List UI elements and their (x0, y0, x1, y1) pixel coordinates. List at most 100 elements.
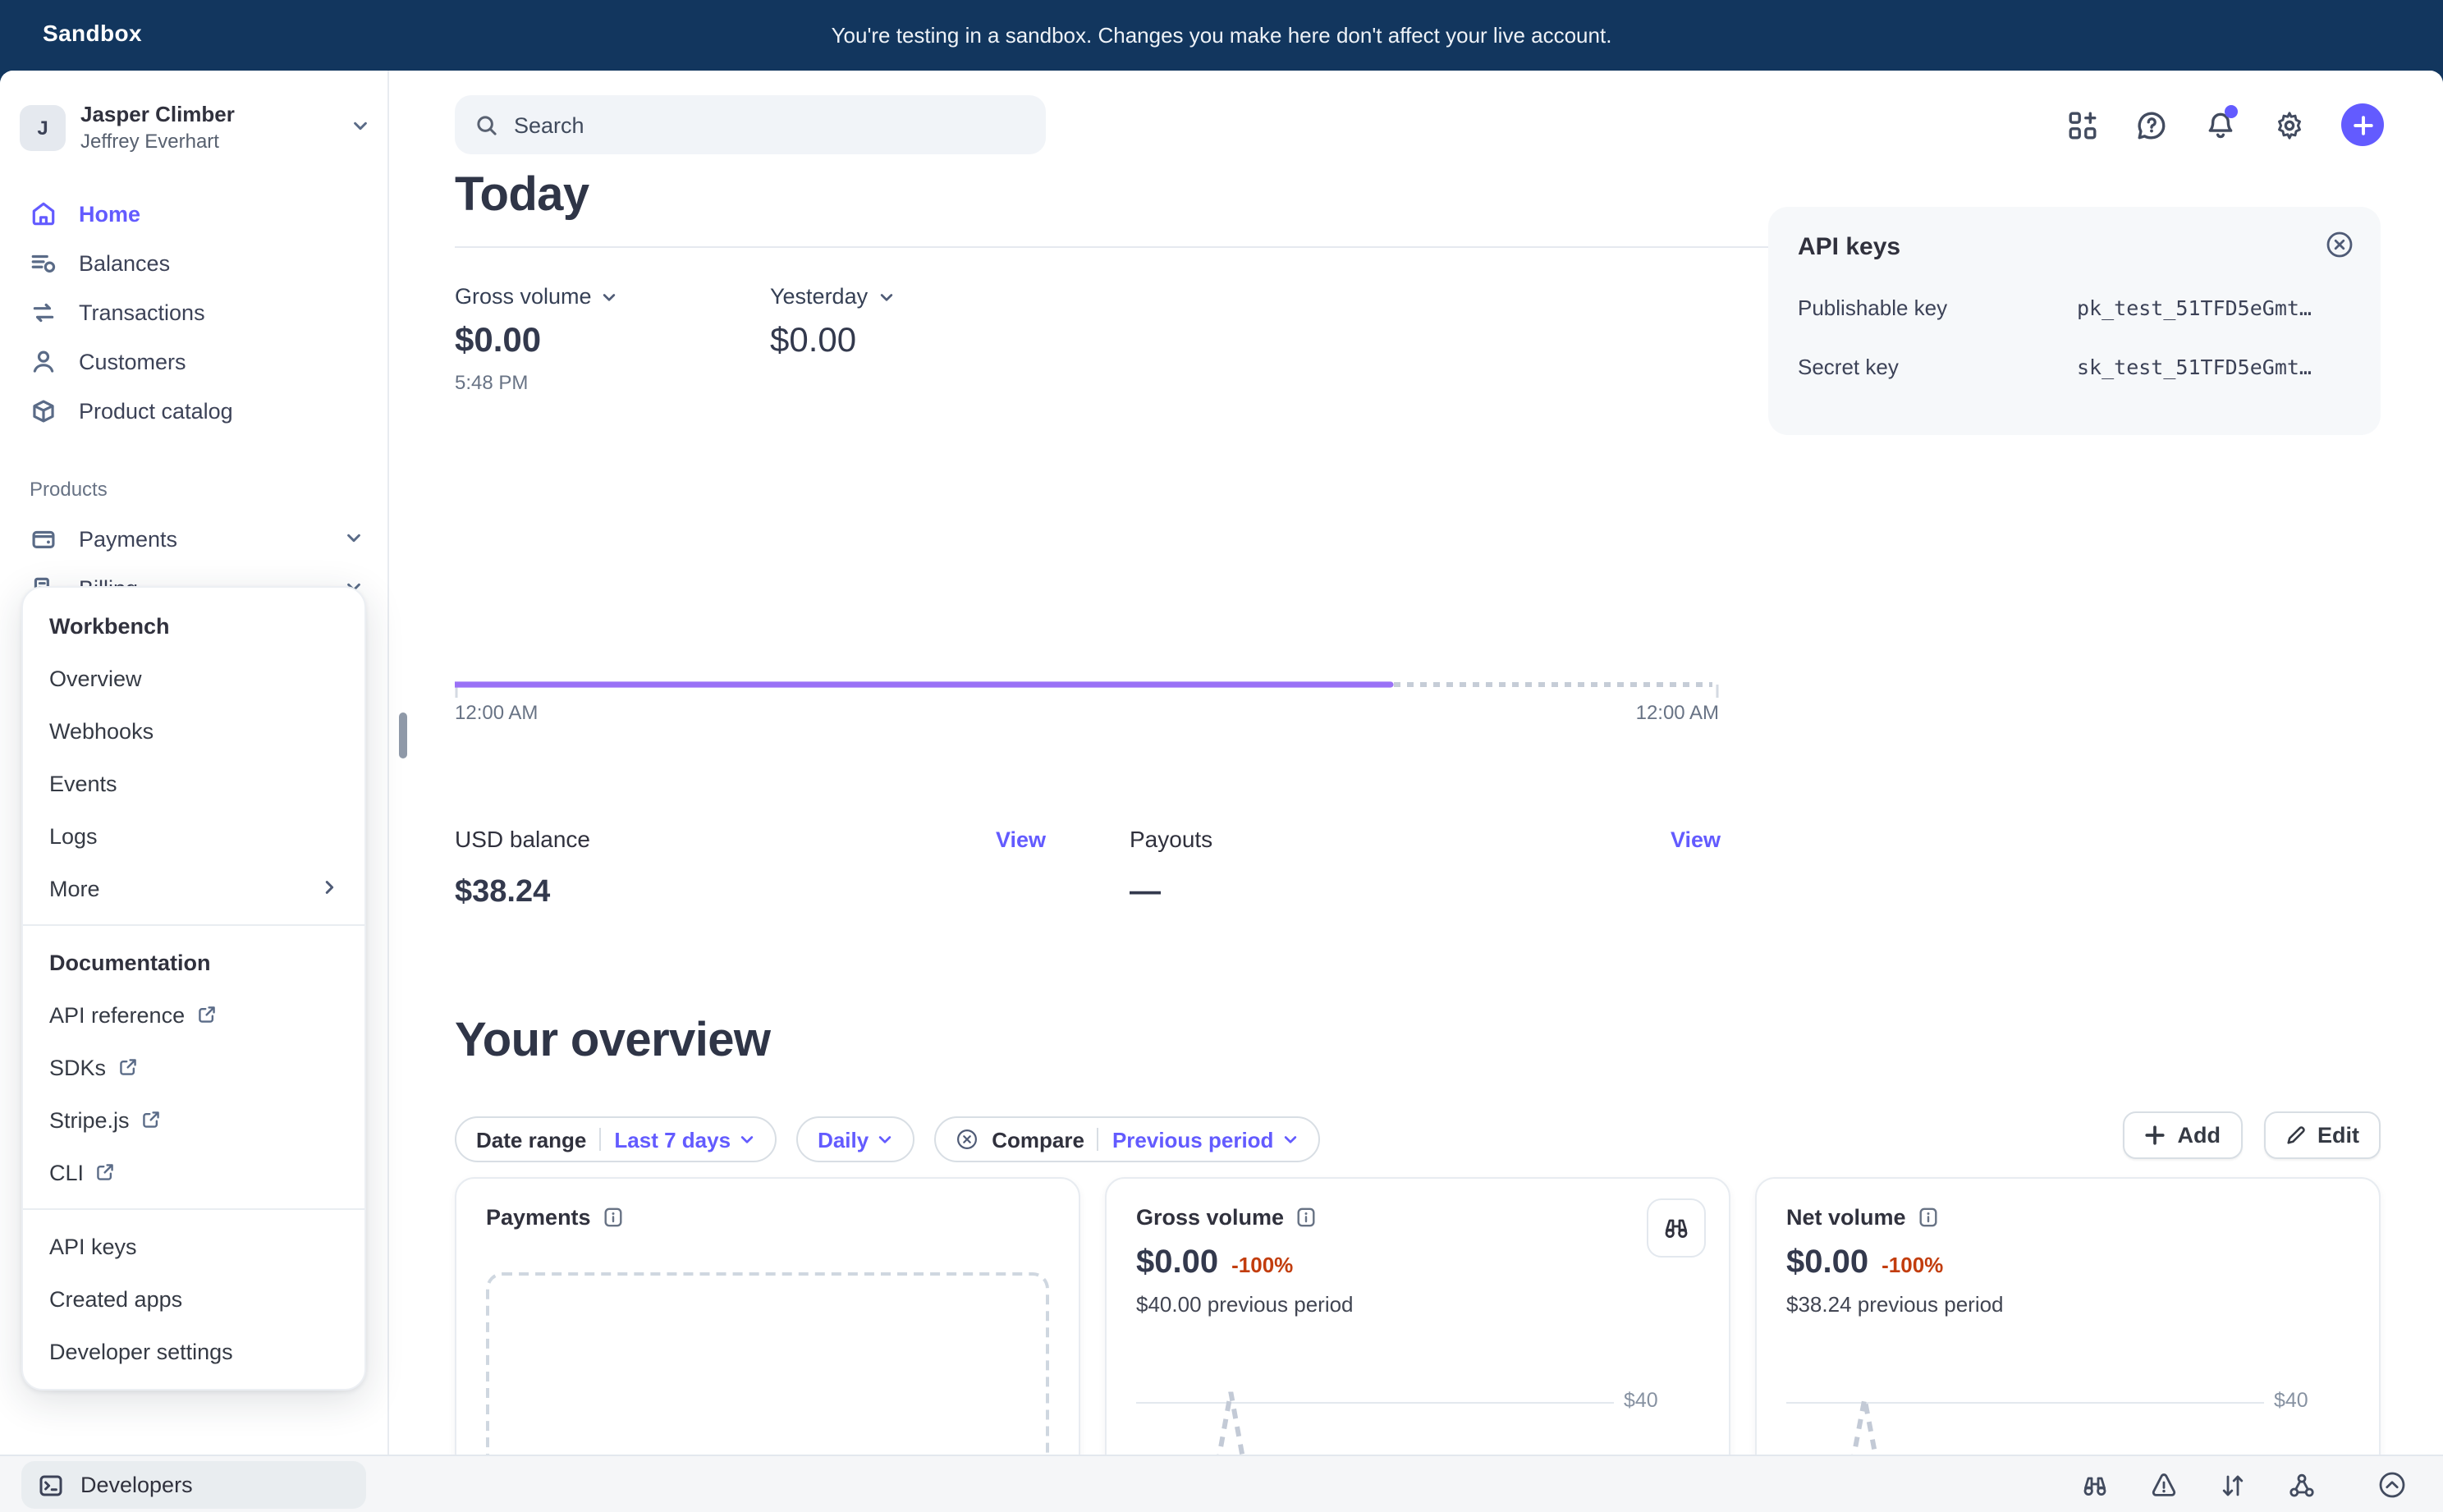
popup-item-overview[interactable]: Overview (23, 652, 364, 704)
chevron-down-icon (877, 1131, 893, 1148)
remove-compare-icon[interactable] (956, 1128, 979, 1151)
popup-drag-handle[interactable] (399, 712, 407, 758)
usd-balance-view-link[interactable]: View (996, 827, 1046, 851)
divider (599, 1128, 601, 1151)
transactions-icon (30, 298, 57, 326)
yesterday-selector[interactable]: Yesterday (770, 284, 894, 309)
sandbox-banner: Sandbox You're testing in a sandbox. Cha… (0, 0, 2443, 71)
help-icon[interactable] (2134, 108, 2167, 141)
popup-item-stripejs[interactable]: Stripe.js (23, 1093, 364, 1146)
search-input[interactable] (514, 112, 1026, 137)
chart-end-label: 12:00 AM (1636, 701, 1719, 724)
compare-filter[interactable]: Compare Previous period (934, 1116, 1319, 1162)
sidebar-item-label: Balances (79, 250, 170, 275)
publishable-key-value[interactable]: pk_test_51TFD5eGmt… (2077, 296, 2312, 320)
external-link-icon (141, 1110, 161, 1129)
sidebar-item-label: Customers (79, 349, 186, 373)
box-icon (30, 396, 57, 424)
alert-triangle-icon[interactable] (2149, 1470, 2179, 1500)
notifications-bell-icon[interactable] (2203, 108, 2236, 141)
api-keys-panel: API keys Publishable key pk_test_51TFD5e… (1768, 207, 2381, 435)
popup-item-api-keys[interactable]: API keys (23, 1220, 364, 1272)
balances-icon (30, 249, 57, 277)
divider (23, 1208, 364, 1210)
payments-card-title: Payments (486, 1205, 591, 1230)
apps-grid-icon[interactable] (2065, 108, 2098, 141)
sidebar-item-payments[interactable]: Payments (0, 514, 389, 563)
stripe-dashboard: Sandbox You're testing in a sandbox. Cha… (0, 0, 2443, 1512)
products-section-label: Products (0, 435, 389, 514)
date-range-filter[interactable]: Date range Last 7 days (455, 1116, 777, 1162)
payouts-block: Payouts View — (1130, 826, 1721, 911)
popup-item-logs[interactable]: Logs (23, 809, 364, 862)
publishable-key-label: Publishable key (1798, 296, 2077, 320)
add-button[interactable]: Add (2124, 1111, 2243, 1159)
interval-filter[interactable]: Daily (796, 1116, 914, 1162)
info-icon[interactable] (603, 1207, 624, 1228)
popup-item-more[interactable]: More (23, 862, 364, 914)
popup-item-cli[interactable]: CLI (23, 1146, 364, 1198)
yesterday-value: $0.00 (770, 322, 894, 361)
inspect-binoculars-button[interactable] (1647, 1198, 1706, 1258)
sidebar-item-home[interactable]: Home (0, 189, 389, 238)
customers-icon (30, 347, 57, 375)
developers-toggle[interactable]: Developers (21, 1461, 366, 1509)
notification-dot (2225, 105, 2238, 118)
account-switcher[interactable]: J Jasper Climber Jeffrey Everhart (20, 94, 369, 163)
terminal-icon (38, 1472, 64, 1498)
sidebar-item-label: Transactions (79, 300, 205, 324)
gross-volume-metric: Gross volume $0.00 5:48 PM (455, 284, 618, 394)
sidebar-item-customers[interactable]: Customers (0, 337, 389, 386)
sidebar-item-transactions[interactable]: Transactions (0, 287, 389, 337)
developers-label: Developers (80, 1473, 193, 1497)
chevron-down-icon (345, 526, 363, 551)
chevron-down-icon (1281, 1131, 1298, 1148)
bottom-bar: Developers (0, 1455, 2443, 1512)
chevron-down-icon (878, 288, 894, 305)
popup-item-developer-settings[interactable]: Developer settings (23, 1325, 364, 1377)
payouts-label: Payouts (1130, 826, 1212, 852)
net-volume-card-previous: $38.24 previous period (1786, 1292, 2349, 1317)
pencil-icon (2285, 1125, 2306, 1146)
net-volume-card-delta: -100% (1882, 1253, 1943, 1277)
info-icon[interactable] (1918, 1207, 1939, 1228)
usd-balance-label: USD balance (455, 826, 590, 852)
documentation-header: Documentation (23, 936, 364, 988)
plus-icon (2145, 1125, 2166, 1146)
edit-button[interactable]: Edit (2263, 1111, 2381, 1159)
net-volume-card-title: Net volume (1786, 1205, 1906, 1230)
webhook-nodes-icon[interactable] (2287, 1470, 2317, 1500)
payouts-value: — (1130, 875, 1721, 911)
api-keys-title: API keys (1798, 233, 2351, 261)
popup-item-created-apps[interactable]: Created apps (23, 1272, 364, 1325)
sidebar-item-balances[interactable]: Balances (0, 238, 389, 287)
today-heading: Today (455, 169, 589, 223)
popup-item-events[interactable]: Events (23, 757, 364, 809)
popup-item-webhooks[interactable]: Webhooks (23, 704, 364, 757)
gross-volume-time: 5:48 PM (455, 371, 618, 394)
sort-arrows-icon[interactable] (2218, 1470, 2248, 1500)
popup-item-api-reference[interactable]: API reference (23, 988, 364, 1041)
binoculars-icon[interactable] (2080, 1470, 2110, 1500)
close-icon[interactable] (2325, 230, 2354, 268)
secret-key-value[interactable]: sk_test_51TFD5eGmt… (2077, 355, 2312, 379)
create-plus-button[interactable] (2341, 103, 2384, 146)
collapse-chevron-icon[interactable] (2377, 1470, 2407, 1500)
content-shell: J Jasper Climber Jeffrey Everhart Home B… (0, 71, 2443, 1512)
account-name: Jasper Climber (80, 103, 337, 130)
sidebar-item-product-catalog[interactable]: Product catalog (0, 386, 389, 435)
payouts-view-link[interactable]: View (1671, 827, 1721, 851)
search-icon (474, 112, 499, 137)
chevron-down-icon (602, 288, 618, 305)
external-link-icon (117, 1057, 137, 1077)
info-icon[interactable] (1295, 1207, 1317, 1228)
popup-item-sdks[interactable]: SDKs (23, 1041, 364, 1093)
chart-start-label: 12:00 AM (455, 701, 538, 724)
settings-gear-icon[interactable] (2272, 108, 2305, 141)
sidebar-item-label: Home (79, 201, 140, 226)
gross-volume-selector[interactable]: Gross volume (455, 284, 618, 309)
search-bar[interactable] (455, 95, 1046, 154)
sandbox-message: You're testing in a sandbox. Changes you… (0, 23, 2443, 48)
usd-balance-value: $38.24 (455, 875, 1046, 911)
gross-volume-card-title: Gross volume (1136, 1205, 1284, 1230)
